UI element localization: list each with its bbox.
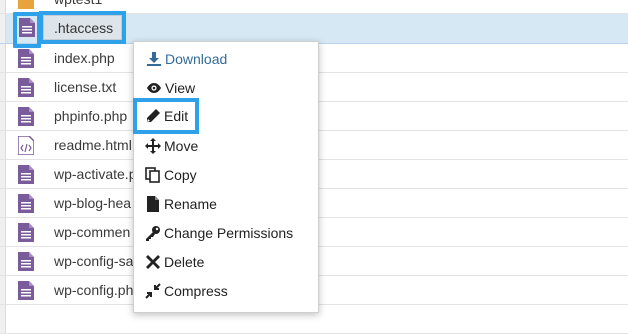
file-icon <box>18 223 34 242</box>
row-gutter <box>0 305 6 333</box>
menu-item-label: Download <box>165 51 228 67</box>
row-gutter <box>0 218 6 246</box>
row-gutter <box>0 276 6 304</box>
row-gutter <box>0 160 6 188</box>
context-menu: Download View <box>133 41 319 313</box>
row-gutter <box>0 14 6 43</box>
file-name: wptest1 <box>54 0 102 7</box>
file-name: readme.html <box>54 137 132 153</box>
html-file-icon <box>17 135 35 156</box>
file-icon <box>18 49 34 68</box>
download-icon <box>146 51 162 67</box>
file-icon <box>18 165 34 184</box>
eye-icon <box>146 80 162 96</box>
menu-item-view[interactable]: View <box>146 77 195 99</box>
row-gutter <box>0 189 6 217</box>
file-name: wp-activate.p <box>54 166 137 182</box>
file-name: wp-commen <box>54 224 131 240</box>
row-gutter <box>0 247 6 275</box>
selected-file-name[interactable]: .htaccess <box>43 15 122 40</box>
file-name: wp-config-sa <box>54 253 134 269</box>
row-gutter <box>0 131 6 159</box>
file-icon <box>19 18 35 37</box>
file-icon <box>18 107 34 126</box>
pencil-icon <box>145 108 161 124</box>
row-gutter <box>0 44 6 72</box>
file-icon <box>18 252 34 271</box>
file-name: wp-blog-hea <box>54 195 132 211</box>
menu-item-download[interactable]: Download <box>146 48 227 70</box>
file-name: wp-config.ph <box>54 282 134 298</box>
menu-item-edit[interactable]: Edit <box>145 105 188 127</box>
row-gutter <box>0 0 6 13</box>
row-gutter <box>0 73 6 101</box>
file-name: index.php <box>54 50 115 66</box>
file-name: license.txt <box>54 79 117 95</box>
menu-item-label: View <box>165 80 196 96</box>
file-icon <box>18 281 34 300</box>
row-gutter <box>0 102 6 130</box>
file-icon <box>18 194 34 213</box>
file-name: .htaccess <box>54 20 114 36</box>
file-icon <box>18 78 34 97</box>
file-name: phpinfo.php <box>54 108 128 124</box>
menu-item-label: Edit <box>164 108 189 124</box>
